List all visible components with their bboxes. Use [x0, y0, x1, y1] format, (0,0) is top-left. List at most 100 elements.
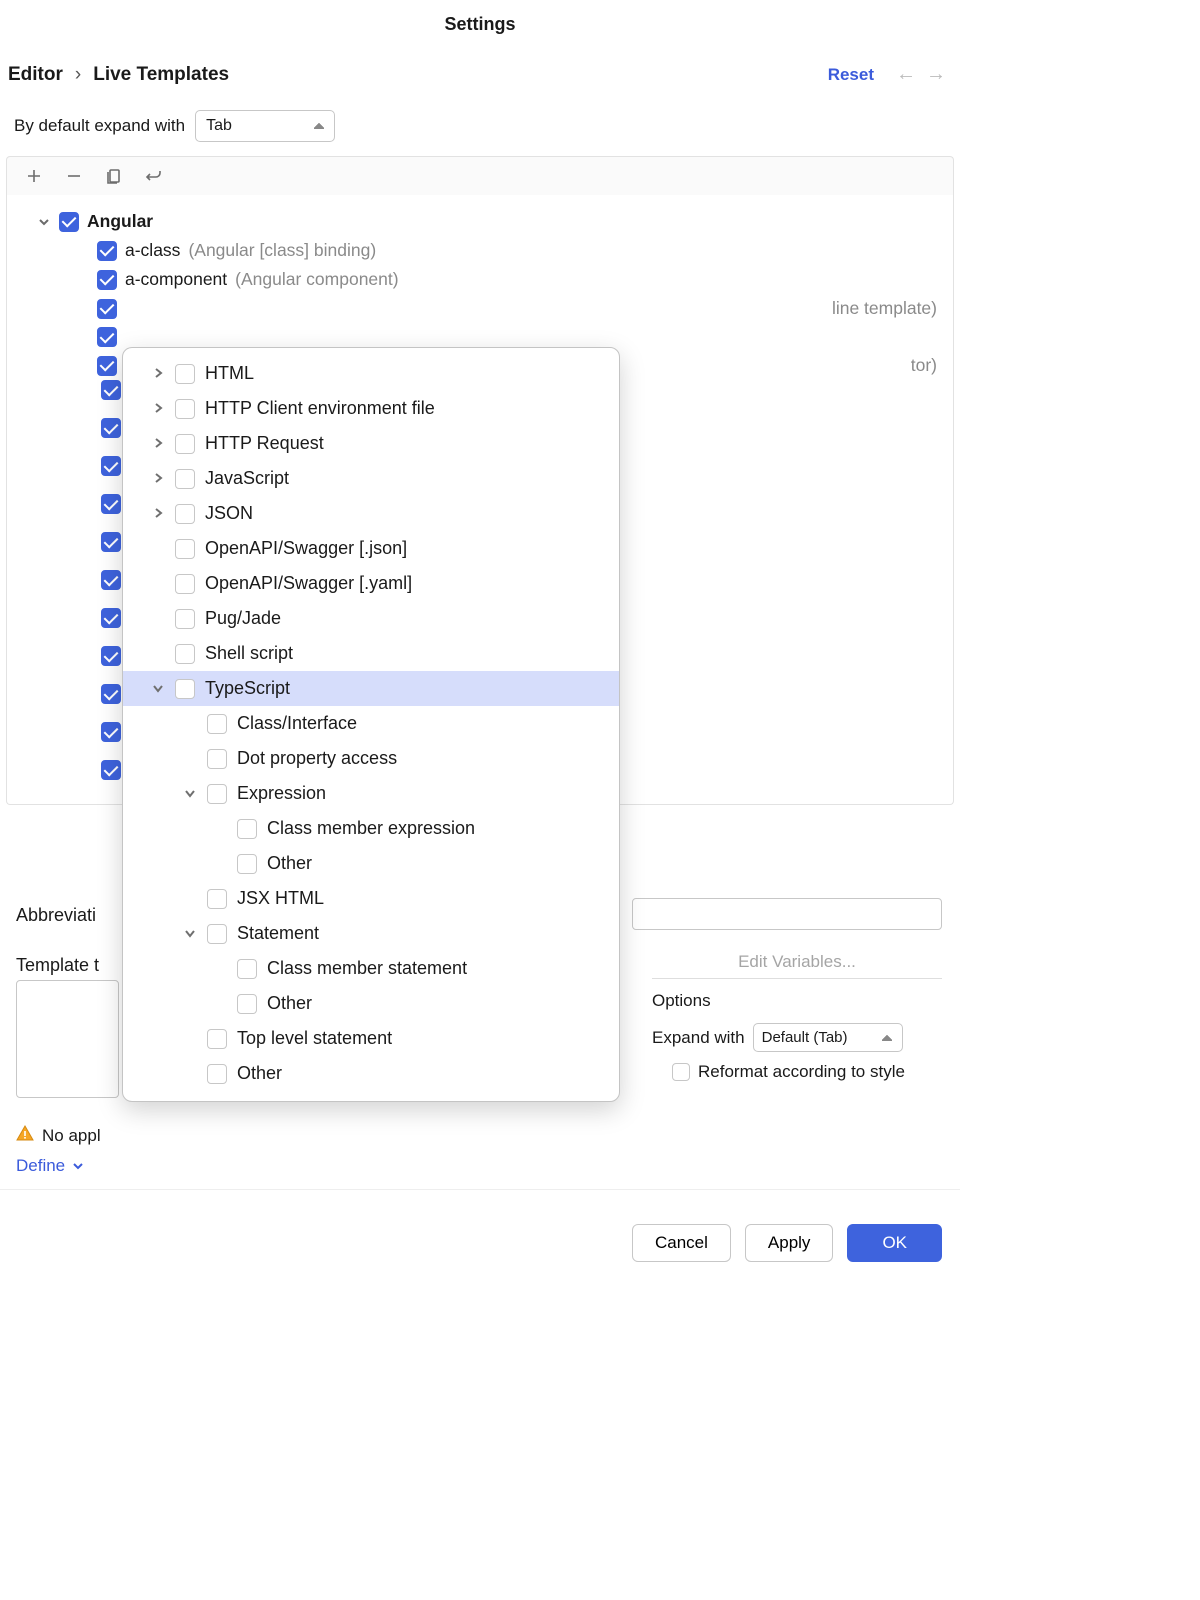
opt-expand-select[interactable]: Default (Tab) — [753, 1023, 903, 1052]
popup-item[interactable]: Other — [123, 986, 619, 1021]
template-checkbox[interactable] — [101, 722, 121, 742]
cancel-button[interactable]: Cancel — [632, 1224, 731, 1262]
reformat-checkbox[interactable] — [672, 1063, 690, 1081]
popup-checkbox[interactable] — [207, 714, 227, 734]
apply-button[interactable]: Apply — [745, 1224, 834, 1262]
popup-checkbox[interactable] — [175, 434, 195, 454]
template-item[interactable]: a-class (Angular [class] binding) — [7, 236, 953, 265]
popup-item[interactable]: Other — [123, 846, 619, 881]
popup-label: Class member expression — [267, 818, 475, 839]
copy-icon[interactable] — [105, 167, 123, 185]
chevron-right-icon[interactable] — [153, 368, 165, 380]
popup-checkbox[interactable] — [175, 574, 195, 594]
back-icon[interactable]: ← — [896, 63, 916, 86]
popup-item[interactable]: JSON — [123, 496, 619, 531]
popup-checkbox[interactable] — [237, 854, 257, 874]
template-checkbox[interactable] — [101, 380, 121, 400]
chevron-right-icon[interactable] — [153, 508, 165, 520]
template-text-area[interactable] — [16, 980, 119, 1098]
expand-select[interactable]: Tab — [195, 110, 335, 142]
edit-variables-button[interactable]: Edit Variables... — [652, 952, 942, 979]
tree-group[interactable]: Angular — [7, 207, 953, 236]
popup-checkbox[interactable] — [175, 469, 195, 489]
popup-checkbox[interactable] — [207, 749, 227, 769]
popup-item[interactable]: Dot property access — [123, 741, 619, 776]
popup-checkbox[interactable] — [175, 644, 195, 664]
popup-item[interactable]: JavaScript — [123, 461, 619, 496]
popup-checkbox[interactable] — [207, 1029, 227, 1049]
popup-item[interactable]: TypeScript — [123, 671, 619, 706]
popup-checkbox[interactable] — [175, 679, 195, 699]
popup-item[interactable]: Pug/Jade — [123, 601, 619, 636]
template-checkbox[interactable] — [97, 327, 117, 347]
template-checkbox[interactable] — [101, 570, 121, 590]
chevron-right-icon[interactable] — [153, 438, 165, 450]
popup-item[interactable]: Shell script — [123, 636, 619, 671]
popup-item[interactable]: HTML — [123, 356, 619, 391]
popup-label: Other — [267, 853, 312, 874]
chevron-down-icon[interactable] — [153, 683, 165, 695]
template-item[interactable]: a-component (Angular component) — [7, 265, 953, 294]
template-checkbox[interactable] — [101, 532, 121, 552]
template-checkbox[interactable] — [97, 356, 117, 376]
group-checkbox[interactable] — [59, 212, 79, 232]
popup-checkbox[interactable] — [207, 889, 227, 909]
context-popup[interactable]: HTMLHTTP Client environment fileHTTP Req… — [122, 347, 620, 1102]
popup-checkbox[interactable] — [175, 504, 195, 524]
chevron-down-icon[interactable] — [37, 215, 51, 229]
breadcrumb-current: Live Templates — [93, 64, 229, 86]
chevron-down-icon[interactable] — [185, 788, 197, 800]
chevron-down-icon[interactable] — [185, 928, 197, 940]
breadcrumb-root[interactable]: Editor — [8, 64, 63, 86]
popup-item[interactable]: Class/Interface — [123, 706, 619, 741]
chevron-right-icon[interactable] — [153, 403, 165, 415]
popup-checkbox[interactable] — [237, 959, 257, 979]
popup-checkbox[interactable] — [175, 609, 195, 629]
template-checkbox[interactable] — [101, 494, 121, 514]
hint-text: line template) — [832, 298, 953, 319]
popup-item[interactable]: Other — [123, 1056, 619, 1091]
description-input[interactable] — [632, 898, 942, 930]
ok-button[interactable]: OK — [847, 1224, 942, 1262]
popup-checkbox[interactable] — [207, 924, 227, 944]
opt-expand-label: Expand with — [652, 1028, 745, 1048]
popup-item[interactable]: HTTP Client environment file — [123, 391, 619, 426]
template-checkbox[interactable] — [101, 760, 121, 780]
popup-checkbox[interactable] — [207, 784, 227, 804]
remove-icon[interactable] — [65, 167, 83, 185]
popup-checkbox[interactable] — [207, 1064, 227, 1084]
template-item[interactable]: line template) — [7, 294, 953, 323]
template-checkbox[interactable] — [101, 418, 121, 438]
popup-item[interactable]: Statement — [123, 916, 619, 951]
popup-item[interactable]: Class member expression — [123, 811, 619, 846]
popup-checkbox[interactable] — [175, 539, 195, 559]
popup-checkbox[interactable] — [237, 819, 257, 839]
popup-item[interactable]: OpenAPI/Swagger [.yaml] — [123, 566, 619, 601]
popup-checkbox[interactable] — [237, 994, 257, 1014]
popup-item[interactable]: Top level statement — [123, 1021, 619, 1056]
popup-checkbox[interactable] — [175, 364, 195, 384]
popup-item[interactable]: OpenAPI/Swagger [.json] — [123, 531, 619, 566]
popup-item[interactable]: HTTP Request — [123, 426, 619, 461]
expand-label: By default expand with — [14, 116, 185, 136]
expand-value: Tab — [206, 117, 232, 134]
reset-link[interactable]: Reset — [828, 65, 874, 85]
popup-item[interactable]: Expression — [123, 776, 619, 811]
template-checkbox[interactable] — [101, 684, 121, 704]
template-checkbox[interactable] — [101, 608, 121, 628]
template-name: a-component — [125, 269, 227, 290]
template-checkbox[interactable] — [101, 646, 121, 666]
template-checkbox[interactable] — [97, 270, 117, 290]
undo-icon[interactable] — [145, 167, 163, 185]
template-checkbox[interactable] — [97, 241, 117, 261]
popup-item[interactable]: Class member statement — [123, 951, 619, 986]
add-icon[interactable] — [25, 167, 43, 185]
forward-icon[interactable]: → — [926, 63, 946, 86]
template-checkbox[interactable] — [101, 456, 121, 476]
popup-label: JavaScript — [205, 468, 289, 489]
popup-checkbox[interactable] — [175, 399, 195, 419]
popup-label: Statement — [237, 923, 319, 944]
chevron-right-icon[interactable] — [153, 473, 165, 485]
template-checkbox[interactable] — [97, 299, 117, 319]
popup-item[interactable]: JSX HTML — [123, 881, 619, 916]
